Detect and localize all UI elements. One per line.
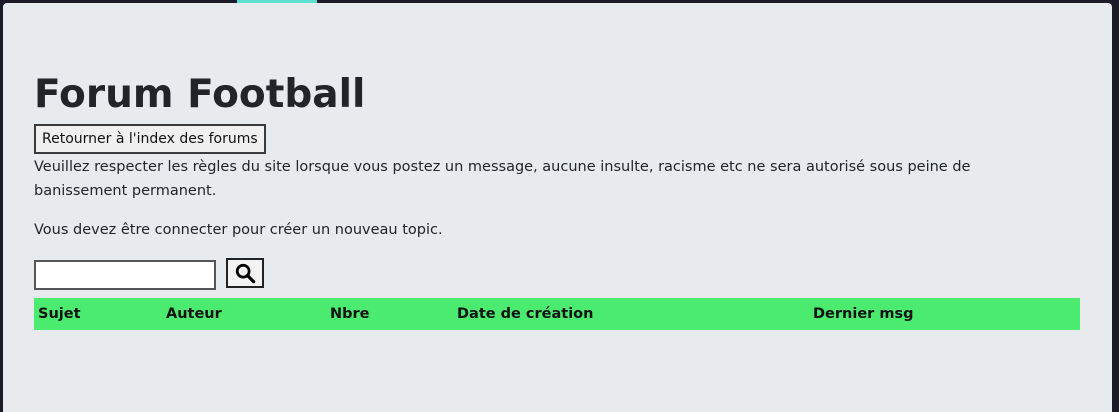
search-button[interactable] [226, 258, 264, 288]
column-header-auteur: Auteur [166, 306, 222, 322]
column-header-sujet: Sujet [38, 306, 81, 322]
column-header-nbre: Nbre [330, 306, 370, 322]
login-required-notice: Vous devez être connecter pour créer un … [34, 222, 443, 238]
back-to-forum-index-button[interactable]: Retourner à l'index des forums [34, 124, 266, 154]
main-panel: Forum Football Retourner à l'index des f… [3, 3, 1112, 412]
column-header-dernier-msg: Dernier msg [813, 306, 914, 322]
rules-notice: Veuillez respecter les règles du site lo… [34, 159, 971, 199]
search-icon [235, 263, 256, 284]
search-input[interactable] [34, 260, 216, 290]
column-header-date-creation: Date de création [457, 306, 594, 322]
topics-table-header: Sujet Auteur Nbre Date de création Derni… [34, 298, 1080, 330]
page-title: Forum Football [34, 72, 366, 117]
